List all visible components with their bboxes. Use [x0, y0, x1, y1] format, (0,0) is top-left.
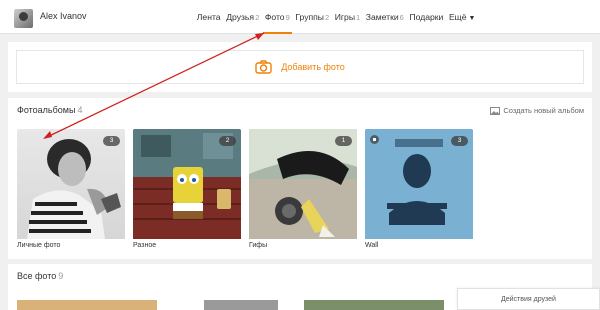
username[interactable]: Alex Ivanov — [40, 11, 87, 21]
album-card-misc[interactable]: 2 Разное — [133, 129, 241, 249]
nav-gifts[interactable]: Подарки — [407, 0, 447, 34]
nav-friends-count: 2 — [255, 13, 260, 22]
album-title: Личные фото — [17, 242, 61, 249]
friends-activity-panel[interactable]: Действия друзей — [457, 288, 600, 310]
album-cover: 3 — [17, 129, 125, 239]
nav-feed[interactable]: Лента — [194, 0, 223, 34]
nav-games-count: 1 — [356, 13, 361, 22]
nav-groups[interactable]: Группы2 — [293, 0, 332, 34]
photo-thumb[interactable] — [304, 300, 444, 310]
album-card-personal[interactable]: 3 Личные фото — [17, 129, 125, 249]
all-photos-title-text: Все фото — [17, 271, 57, 281]
album-title: Разное — [133, 242, 157, 249]
nav-notes-label: Заметки — [365, 12, 399, 22]
album-card-wall[interactable]: 3 Wall — [365, 129, 473, 249]
lock-icon — [370, 135, 379, 144]
nav-photos-label: Фото — [264, 12, 285, 22]
album-count-badge: 2 — [219, 136, 236, 146]
nav-groups-label: Группы — [295, 12, 324, 22]
nav-photos[interactable]: Фото9 — [262, 0, 293, 34]
nav-notes-count: 6 — [399, 13, 404, 22]
create-album-button[interactable]: Создать новый альбом — [490, 106, 584, 115]
avatar[interactable] — [14, 9, 33, 28]
album-title: Гифы — [249, 242, 268, 249]
nav-games[interactable]: Игры1 — [332, 0, 363, 34]
image-icon — [490, 106, 501, 115]
album-cover: 2 — [133, 129, 241, 239]
all-photos-title: Все фото 9 — [17, 271, 63, 281]
albums-title-text: Фотоальбомы — [17, 105, 76, 115]
album-cover: 3 — [365, 129, 473, 239]
chevron-down-icon: ▼ — [468, 15, 476, 22]
nav-friends[interactable]: Друзья2 — [223, 0, 262, 34]
create-album-label: Создать новый альбом — [503, 106, 584, 115]
add-photo-section: Добавить фото — [8, 42, 592, 92]
albums-section: Фотоальбомы 4 Создать новый альбом 3 Личн… — [8, 98, 592, 259]
nav-more-label: Ещё — [448, 12, 467, 22]
album-count-badge: 3 — [103, 136, 120, 146]
album-title: Wall — [365, 242, 379, 249]
album-count-badge: 3 — [451, 136, 468, 146]
photo-thumb[interactable] — [17, 300, 157, 310]
add-photo-label: Добавить фото — [281, 62, 345, 72]
nav-gifts-label: Подарки — [409, 12, 444, 22]
nav-friends-label: Друзья — [226, 12, 255, 22]
nav-photos-count: 9 — [285, 13, 290, 22]
nav-notes[interactable]: Заметки6 — [363, 0, 407, 34]
nav-feed-label: Лента — [196, 12, 221, 22]
camera-icon — [255, 60, 272, 74]
all-photos-count: 9 — [58, 271, 64, 281]
album-card-gifs[interactable]: 1 Гифы — [249, 129, 357, 249]
friends-activity-label: Действия друзей — [501, 296, 556, 303]
nav-more[interactable]: Ещё ▼ — [446, 0, 478, 34]
top-bar: Alex Ivanov Лента Друзья2 Фото9 Группы2 … — [0, 0, 600, 34]
photo-thumb[interactable] — [204, 300, 278, 310]
albums-count: 4 — [77, 105, 83, 115]
album-count-badge: 1 — [335, 136, 352, 146]
add-photo-button[interactable]: Добавить фото — [16, 50, 584, 84]
album-cover: 1 — [249, 129, 357, 239]
nav-games-label: Игры — [334, 12, 356, 22]
nav-groups-count: 2 — [324, 13, 330, 22]
main-nav: Лента Друзья2 Фото9 Группы2 Игры1 Заметк… — [194, 0, 478, 34]
albums-title: Фотоальбомы 4 — [17, 105, 82, 115]
